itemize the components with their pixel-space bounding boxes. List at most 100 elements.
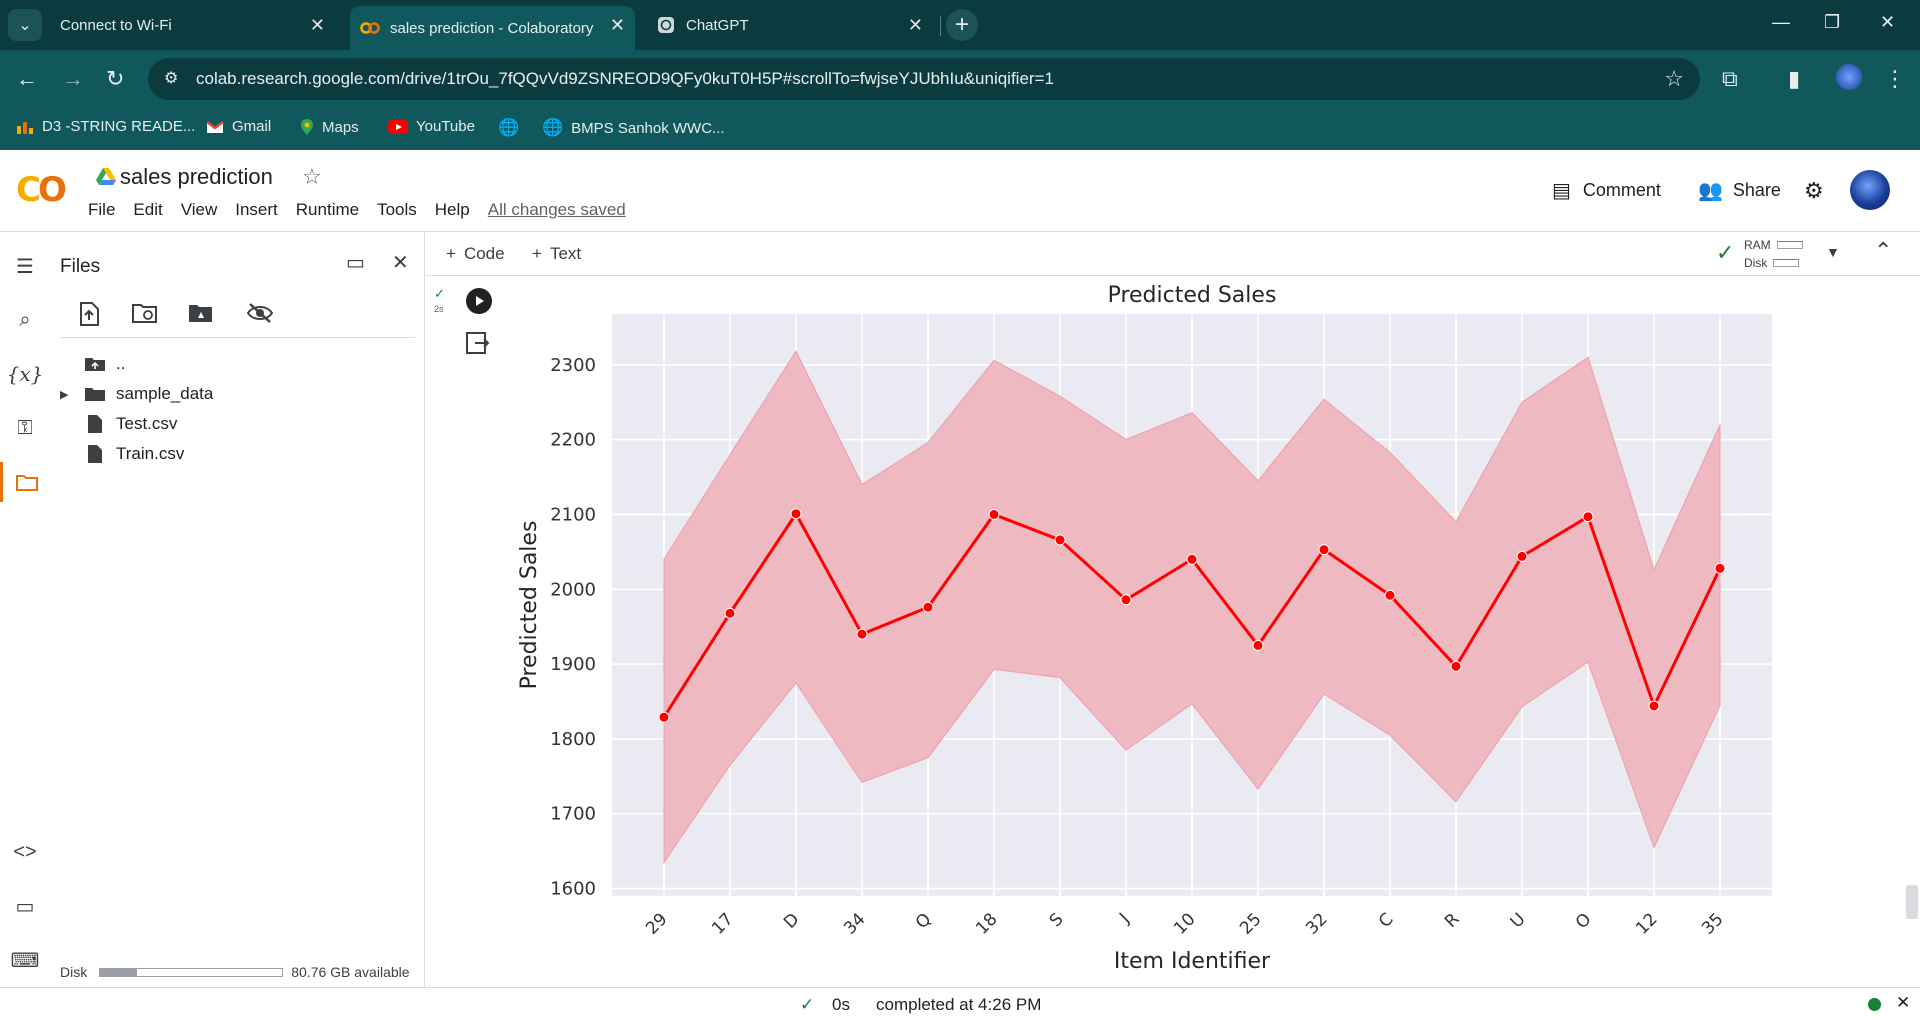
bookmark-bmps[interactable]: 🌐 BMPS Sanhok WWC... — [542, 118, 725, 138]
avatar[interactable] — [1850, 170, 1890, 210]
y-tick-label: 1800 — [550, 729, 596, 750]
files-panel: Files ▭ ✕ .. ▶ sample_data Test.csv Trai… — [50, 232, 425, 987]
star-icon[interactable]: ☆ — [302, 164, 322, 190]
chart-title: Predicted Sales — [1108, 283, 1277, 308]
hide-files-eye-icon[interactable] — [246, 302, 274, 329]
tab-search-button[interactable]: ⌄ — [8, 9, 42, 41]
back-arrow-icon[interactable]: ← — [16, 66, 38, 92]
add-text-button[interactable]: + Text — [532, 244, 581, 264]
site-settings-icon[interactable]: ⚙ — [164, 68, 178, 88]
profile-avatar-icon[interactable] — [1836, 64, 1862, 90]
list-item[interactable]: ▶ sample_data — [60, 384, 213, 404]
play-icon — [476, 296, 484, 306]
secrets-key-icon[interactable]: ⚿ — [0, 408, 50, 448]
bookmark-label: BMPS Sanhok WWC... — [571, 119, 725, 137]
upload-file-icon[interactable] — [78, 302, 100, 331]
tab-colab[interactable]: sales prediction - Colaboratory ✕ — [350, 6, 635, 50]
menu-help[interactable]: Help — [435, 200, 470, 220]
table-of-contents-icon[interactable]: ☰ — [0, 246, 50, 286]
globe-icon: 🌐 — [498, 118, 520, 137]
youtube-icon — [388, 119, 408, 134]
refresh-folder-icon[interactable] — [132, 302, 158, 329]
url-text[interactable]: colab.research.google.com/drive/1trOu_7f… — [196, 69, 1054, 89]
x-tick-label: S — [1046, 909, 1068, 931]
menu-view[interactable]: View — [181, 200, 218, 220]
bookmark-maps[interactable]: Maps — [300, 118, 359, 136]
output-actions-icon[interactable] — [466, 332, 490, 359]
close-tab-icon[interactable]: ✕ — [310, 16, 325, 34]
tab-title: sales prediction - Colaboratory — [390, 19, 594, 37]
x-tick-label: 18 — [972, 909, 1001, 938]
menu-edit[interactable]: Edit — [133, 200, 162, 220]
tab-connect-wifi[interactable]: Connect to Wi-Fi ✕ — [50, 6, 335, 44]
command-palette-icon[interactable]: ▭ — [0, 886, 50, 926]
list-item[interactable]: Test.csv — [84, 414, 177, 434]
minimize-icon[interactable]: — — [1772, 12, 1790, 33]
variables-icon[interactable]: {x} — [0, 354, 50, 394]
save-status[interactable]: All changes saved — [488, 200, 626, 220]
folder-icon[interactable] — [0, 462, 50, 502]
restore-icon[interactable]: ❐ — [1824, 12, 1840, 33]
data-point — [1186, 553, 1198, 565]
new-tab-button[interactable]: + — [946, 9, 978, 41]
notebook-title[interactable]: sales prediction — [120, 164, 273, 190]
share-button[interactable]: 👥 Share — [1698, 178, 1781, 203]
run-cell-button[interactable] — [466, 288, 492, 314]
x-tick-label: 29 — [642, 909, 671, 938]
close-tab-icon[interactable]: ✕ — [908, 16, 923, 34]
line-chart: 1600 1700 1800 1900 2000 2100 2200 2300 29 17 D 34 Q… — [517, 283, 1772, 974]
x-tick-label: 17 — [708, 909, 737, 938]
omnibox[interactable]: ⚙ colab.research.google.com/drive/1trOu_… — [148, 58, 1700, 100]
colab-logo[interactable]: CO — [16, 170, 67, 210]
kebab-menu-icon[interactable]: ⋮ — [1884, 66, 1906, 92]
reload-icon[interactable]: ↻ — [106, 66, 124, 92]
bookmark-label: Maps — [322, 118, 359, 136]
cell-run-time: 2s — [434, 304, 444, 314]
resource-monitor[interactable]: RAM Disk — [1744, 236, 1803, 272]
bookmark-d3[interactable]: D3 -STRING READE... — [16, 118, 195, 135]
data-point — [1318, 544, 1330, 556]
tab-divider — [940, 16, 941, 36]
data-point — [658, 711, 670, 723]
menu-tools[interactable]: Tools — [377, 200, 417, 220]
completed-check-icon: ✓ — [800, 995, 815, 1014]
bookmark-star-icon[interactable]: ☆ — [1664, 66, 1684, 92]
execution-duration: 0s — [832, 995, 850, 1014]
search-icon[interactable]: ⌕ — [0, 300, 50, 340]
mount-drive-icon[interactable] — [188, 302, 214, 329]
bookmark-label: Gmail — [232, 118, 272, 135]
left-rail: ☰ ⌕ {x} ⚿ <> ▭ ⌨ — [0, 232, 50, 987]
bar-chart-icon — [16, 120, 34, 134]
open-in-tab-icon[interactable]: ▭ — [346, 250, 365, 275]
x-tick-label: 12 — [1632, 909, 1661, 938]
collapse-chevron-up-icon[interactable]: ⌃ — [1874, 238, 1892, 264]
code-snippets-icon[interactable]: <> — [0, 832, 50, 872]
chevron-right-icon[interactable]: ▶ — [60, 388, 84, 401]
x-tick-label: U — [1507, 909, 1530, 932]
add-code-button[interactable]: + Code — [446, 244, 505, 264]
menu-runtime[interactable]: Runtime — [296, 200, 359, 220]
bookmark-gmail[interactable]: Gmail — [206, 118, 271, 135]
list-item[interactable]: Train.csv — [84, 444, 184, 464]
settings-gear-icon[interactable]: ⚙ — [1804, 178, 1824, 204]
close-status-icon[interactable]: ✕ — [1896, 993, 1910, 1013]
data-point — [724, 607, 736, 619]
scrollbar-thumb[interactable] — [1906, 885, 1918, 919]
side-panel-icon[interactable]: ▮ — [1788, 66, 1800, 92]
close-tab-icon[interactable]: ✕ — [610, 16, 625, 34]
list-item[interactable]: .. — [84, 354, 125, 374]
bookmark-globe[interactable]: 🌐 — [498, 118, 527, 138]
close-window-icon[interactable]: ✕ — [1880, 12, 1895, 33]
close-panel-icon[interactable]: ✕ — [392, 250, 409, 275]
bookmark-youtube[interactable]: YouTube — [388, 118, 475, 135]
tab-chatgpt[interactable]: ChatGPT ✕ — [648, 6, 933, 44]
caret-down-icon[interactable]: ▼ — [1826, 244, 1840, 260]
google-drive-icon[interactable] — [96, 168, 116, 191]
terminal-icon[interactable]: ⌨ — [0, 940, 50, 980]
extensions-icon[interactable]: ⧉ — [1722, 66, 1738, 92]
forward-arrow-icon[interactable]: → — [62, 66, 84, 92]
comment-button[interactable]: ▤ Comment — [1552, 178, 1661, 203]
menu-insert[interactable]: Insert — [235, 200, 278, 220]
menu-file[interactable]: File — [88, 200, 115, 220]
connected-check-icon: ✓ — [1716, 240, 1735, 265]
